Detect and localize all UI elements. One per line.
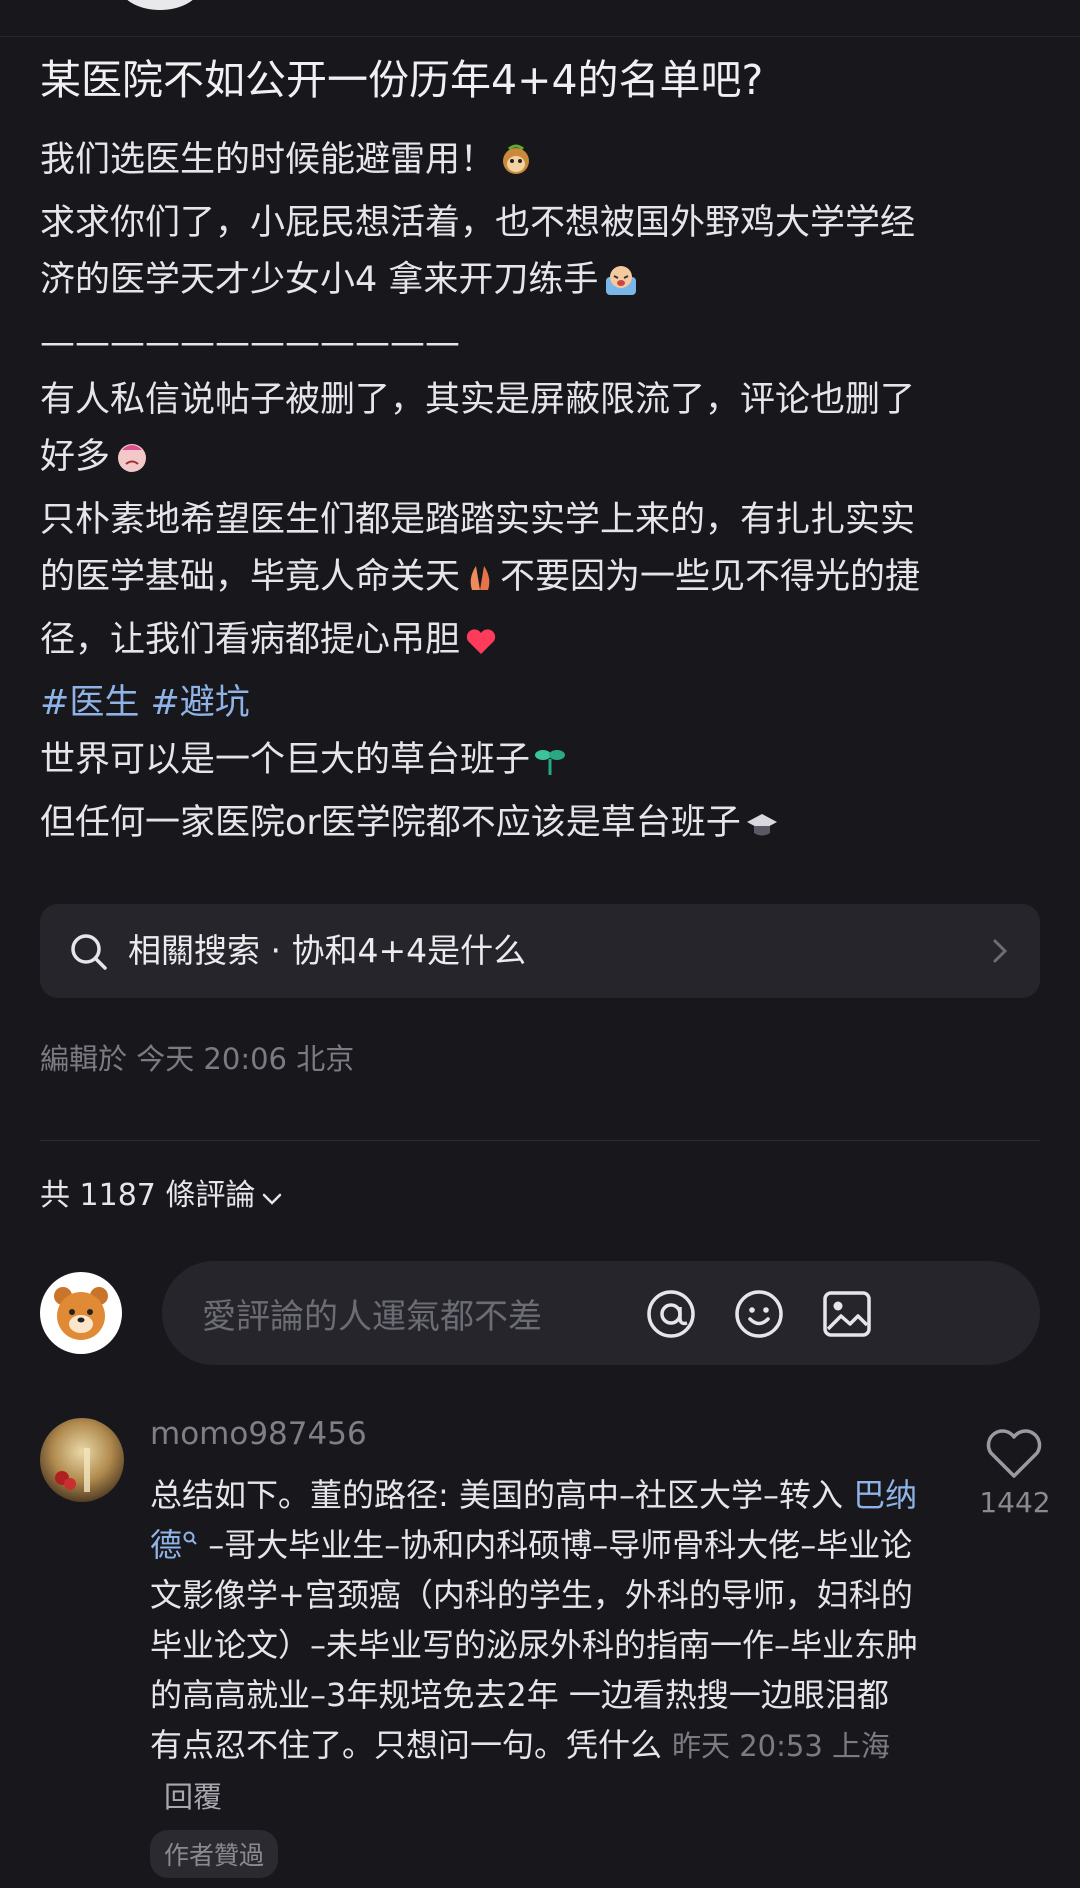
post-body: 我们选医生的时候能避雷用！ 求求你们了，小屁民想活着，也不想被国外野鸡大学学经 … [40, 132, 1050, 858]
top-bar [0, 0, 1080, 37]
comment-count-sort[interactable]: 共 1187 條評論 [40, 1174, 283, 1218]
chevron-down-icon [263, 1193, 282, 1205]
comment-input[interactable]: 愛評論的人運氣都不差 [162, 1261, 1040, 1365]
seedling-emoji-icon [534, 738, 566, 795]
post-line: 求求你们了，小屁民想活着，也不想被国外野鸡大学学经 [40, 203, 916, 243]
image-icon[interactable] [820, 1287, 874, 1341]
reply-button[interactable]: 回覆 [164, 1780, 222, 1814]
search-small-icon [183, 1531, 197, 1545]
emoji-icon[interactable] [732, 1287, 786, 1341]
author-avatar[interactable] [118, 0, 202, 10]
post-line: 的医学基础，毕竟人命关天 不要因为一些见不得光的捷 [40, 549, 1050, 612]
chevron-right-icon [993, 939, 1008, 963]
post-line: 世界可以是一个巨大的草台班子 [40, 732, 1050, 795]
post-line: 只朴素地希望医生们都是踏踏实实学上来的，有扎扎实实 [40, 500, 916, 540]
edited-timestamp: 編輯於 今天 20:06 北京 [40, 1042, 355, 1076]
comment-time-location: 昨天 20:53 上海 [672, 1729, 891, 1763]
commenter-username[interactable]: momo987456 [150, 1416, 367, 1452]
divider [40, 1140, 1040, 1141]
post-line: ———————————— [40, 323, 460, 363]
heart-icon[interactable] [984, 1428, 1044, 1480]
comment-text: 总结如下。董的路径: 美国的高中–社区大学–转入 巴纳德 –哥大毕业生–协和内科… [150, 1476, 919, 1814]
heart-emoji-icon [464, 618, 498, 675]
comment-placeholder: 愛評論的人運氣都不差 [202, 1297, 542, 1337]
like-count: 1442 [979, 1486, 1051, 1519]
graduation-cap-emoji-icon [745, 801, 779, 858]
crying-emoji-icon [602, 258, 640, 315]
post-line: 我们选医生的时候能避雷用！ [40, 132, 1050, 195]
commenter-avatar[interactable] [40, 1418, 124, 1502]
hashtag-links[interactable]: #医生 #避坑 [40, 675, 1050, 732]
monkey-emoji-icon [499, 138, 533, 195]
author-liked-badge: 作者贊過 [150, 1830, 279, 1878]
post-line: 径，让我们看病都提心吊胆 [40, 612, 1050, 675]
post-line: 有人私信说帖子被删了，其实是屏蔽限流了，评论也删了 [40, 380, 916, 420]
post-line: 但任何一家医院or医学院都不应该是草台班子 [40, 795, 1050, 858]
post-line: 好多 [40, 429, 1050, 492]
praying-hands-emoji-icon [464, 555, 496, 612]
post-line: 济的医学天才少女小4 拿来开刀练手 [40, 252, 1050, 315]
related-search-text: 相關搜索 · 协和4+4是什么 [128, 931, 527, 970]
sad-face-emoji-icon [114, 435, 150, 492]
at-icon[interactable] [644, 1287, 698, 1341]
my-avatar[interactable] [40, 1272, 122, 1354]
post-title: 某医院不如公开一份历年4+4的名单吧? [40, 56, 764, 104]
related-search-bar[interactable]: 相關搜索 · 协和4+4是什么 [40, 904, 1040, 998]
search-icon [71, 934, 107, 970]
